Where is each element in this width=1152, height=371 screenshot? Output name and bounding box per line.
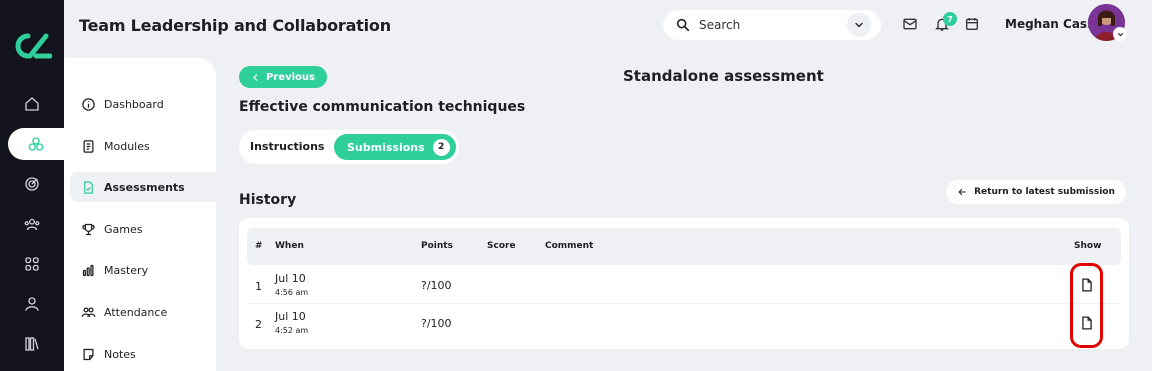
history-title: History	[239, 192, 297, 208]
row-date: Jul 10	[275, 310, 306, 323]
sidebar-item-mastery[interactable]: Mastery	[70, 255, 216, 285]
library-icon	[25, 337, 39, 351]
chevron-down-icon	[1117, 32, 1123, 36]
header-comment: Comment	[545, 241, 594, 251]
rail-home[interactable]	[18, 90, 46, 118]
calendar-icon	[966, 18, 978, 30]
sidebar-item-dashboard[interactable]: Dashboard	[70, 89, 216, 119]
header-points: Points	[421, 241, 453, 251]
tab-submissions[interactable]: Submissions 2	[334, 134, 456, 160]
row-points: ?/100	[421, 317, 452, 330]
calendar-button[interactable]	[963, 15, 981, 33]
mail-button[interactable]	[901, 15, 919, 33]
header-num: #	[255, 241, 263, 251]
header-score: Score	[487, 241, 516, 251]
return-to-latest-button[interactable]: Return to latest submission	[946, 180, 1126, 204]
sidebar-item-label: Mastery	[104, 263, 149, 277]
previous-button[interactable]: Previous	[239, 66, 327, 88]
row-num: 1	[255, 280, 262, 293]
people-icon	[81, 307, 96, 317]
grid-icon	[25, 257, 39, 271]
modules-icon	[28, 137, 44, 151]
book-icon	[83, 139, 94, 153]
trophy-icon	[82, 223, 95, 235]
sidebar-item-assessments[interactable]: Assessments	[70, 172, 216, 202]
sidebar-item-modules[interactable]: Modules	[70, 131, 216, 161]
search-dropdown[interactable]	[847, 13, 871, 37]
sidebar-item-attendance[interactable]: Attendance	[70, 297, 216, 327]
table-header: # When Points Score Comment Show	[247, 228, 1121, 265]
app-title: Team Leadership and Collaboration	[79, 16, 391, 35]
note-icon	[83, 348, 94, 360]
rail-modules[interactable]	[8, 128, 64, 160]
rail-user[interactable]	[18, 290, 46, 318]
return-label: Return to latest submission	[974, 187, 1115, 197]
sidebar-item-label: Assessments	[104, 180, 185, 194]
tab-switcher: Instructions Submissions 2	[239, 130, 459, 164]
tab-submissions-label: Submissions	[347, 140, 425, 154]
rail-target[interactable]	[18, 170, 46, 198]
team-icon	[24, 218, 40, 231]
sidebar-item-notes[interactable]: Notes	[70, 339, 216, 369]
mail-icon	[903, 18, 917, 30]
bar-chart-icon	[82, 264, 94, 276]
icon-rail	[0, 0, 64, 371]
user-name[interactable]: Meghan Cass	[1005, 17, 1094, 31]
sidebar-item-label: Modules	[104, 139, 150, 153]
row-num: 2	[255, 318, 262, 331]
rail-library[interactable]	[18, 330, 46, 358]
row-time: 4:56 am	[275, 288, 309, 297]
assessment-icon	[84, 180, 93, 194]
highlight-annotation	[1070, 263, 1103, 348]
search-bar[interactable]: Search	[663, 10, 881, 40]
chevron-left-icon	[253, 73, 258, 81]
table-row: 2 Jul 10 4:52 am ?/100	[247, 304, 1121, 342]
header-when: When	[275, 241, 304, 251]
history-table: # When Points Score Comment Show 1 Jul 1…	[239, 218, 1129, 349]
user-icon	[25, 297, 39, 311]
logo-icon[interactable]	[12, 30, 52, 62]
table-row: 1 Jul 10 4:56 am ?/100	[247, 266, 1121, 304]
row-time: 4:52 am	[275, 326, 309, 335]
sidebar: Dashboard Modules Assessments Games Mast…	[64, 58, 216, 371]
info-icon	[82, 97, 95, 111]
target-icon	[25, 177, 39, 191]
header-show: Show	[1074, 241, 1102, 251]
search-input[interactable]: Search	[699, 18, 847, 32]
sidebar-item-label: Games	[104, 222, 143, 236]
user-menu-toggle[interactable]	[1113, 27, 1127, 41]
submissions-count-badge: 2	[432, 138, 450, 156]
sidebar-item-games[interactable]: Games	[70, 214, 216, 244]
page-title: Standalone assessment	[623, 67, 824, 85]
previous-label: Previous	[266, 71, 315, 83]
sidebar-item-label: Notes	[104, 347, 136, 361]
search-icon	[676, 18, 690, 32]
notification-badge: 7	[943, 12, 957, 26]
rail-team[interactable]	[18, 210, 46, 238]
sidebar-item-label: Dashboard	[104, 97, 164, 111]
tab-instructions[interactable]: Instructions	[250, 140, 324, 153]
rail-grid[interactable]	[18, 250, 46, 278]
assessment-subtitle: Effective communication techniques	[239, 99, 526, 115]
home-icon	[25, 97, 39, 111]
row-points: ?/100	[421, 279, 452, 292]
sidebar-item-label: Attendance	[104, 305, 168, 319]
row-date: Jul 10	[275, 272, 306, 285]
arrow-left-icon	[958, 188, 966, 196]
chevron-down-icon	[855, 22, 863, 28]
